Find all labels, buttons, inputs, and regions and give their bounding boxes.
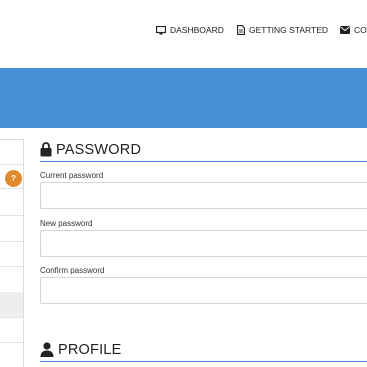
sidebar-item[interactable] (0, 189, 23, 216)
password-section-title: PASSWORD (56, 141, 142, 158)
confirm-password-label: Confirm password (40, 266, 105, 275)
sidebar-item[interactable] (0, 140, 23, 165)
new-password-label: New password (40, 219, 93, 228)
profile-section-title: PROFILE (58, 341, 122, 358)
current-password-input[interactable] (40, 182, 367, 209)
user-icon (40, 342, 54, 357)
profile-section-header: PROFILE (40, 338, 367, 362)
sidebar-item[interactable] (0, 242, 23, 267)
sidebar-item[interactable] (0, 318, 23, 343)
notification-badge: ? (5, 170, 22, 187)
sidebar-item[interactable] (0, 216, 23, 242)
password-section-header: PASSWORD (40, 138, 367, 162)
current-password-label: Current password (40, 171, 104, 180)
sidebar-item-active[interactable] (0, 292, 23, 318)
main-content: PASSWORD Current password New password C… (40, 0, 367, 367)
confirm-password-input[interactable] (40, 277, 367, 304)
lock-icon (40, 142, 52, 157)
new-password-input[interactable] (40, 230, 367, 257)
